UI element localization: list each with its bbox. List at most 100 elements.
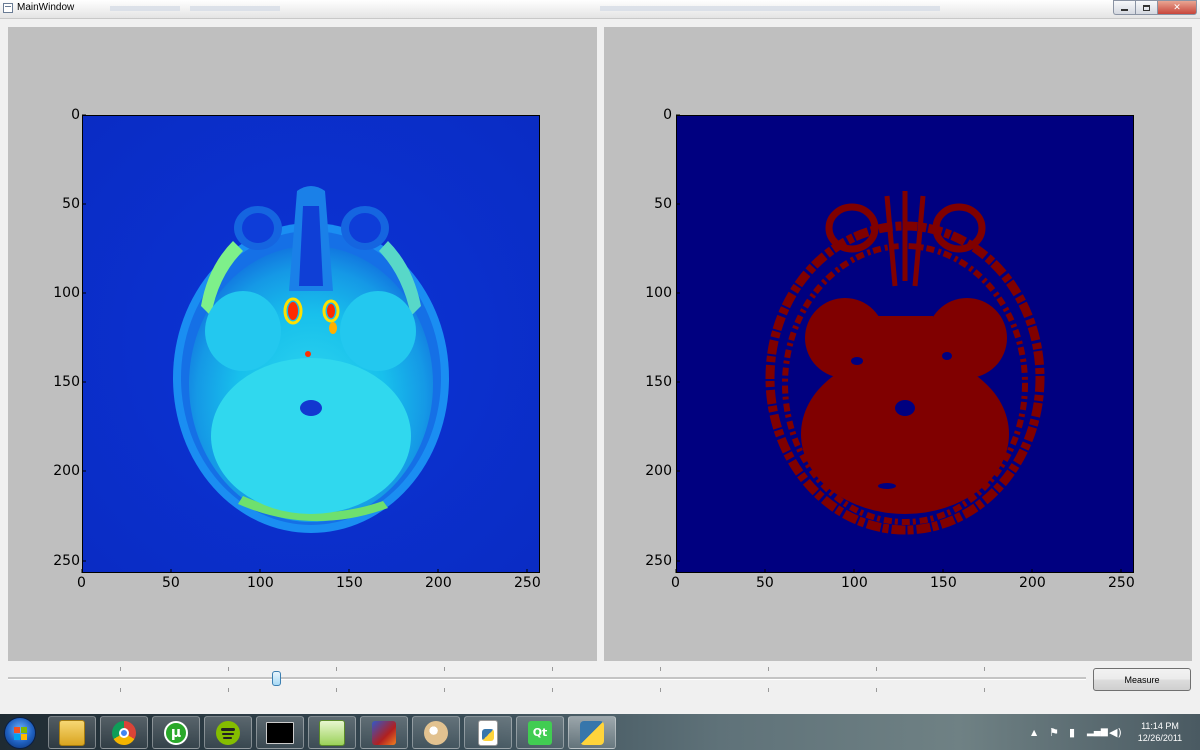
spotify-wave xyxy=(222,732,234,735)
slider-tick xyxy=(660,667,661,671)
x-tick-label: 100 xyxy=(247,575,274,591)
windows-logo-icon xyxy=(14,727,20,733)
x-tick-label: 100 xyxy=(841,575,868,591)
app-window-icon xyxy=(3,3,13,13)
threshold-image-panel: 0 50 100 150 200 250 0 50 100 150 200 25… xyxy=(604,27,1192,661)
taskbar-matlab[interactable] xyxy=(360,716,408,749)
taskbar-chrome[interactable] xyxy=(100,716,148,749)
slider-tick xyxy=(228,688,229,692)
matlab-icon xyxy=(372,720,396,745)
close-button[interactable]: ✕ xyxy=(1157,0,1197,15)
y-tick-label: 50 xyxy=(62,196,80,212)
y-tick-label: 0 xyxy=(663,107,672,123)
utorrent-icon: µ xyxy=(164,720,188,745)
x-tick-label: 50 xyxy=(162,575,180,591)
windows-logo-icon xyxy=(21,727,27,733)
minimize-button[interactable] xyxy=(1113,0,1135,15)
taskbar-qt[interactable]: Qt xyxy=(516,716,564,749)
explorer-icon xyxy=(59,719,85,746)
window-title: MainWindow xyxy=(17,2,75,13)
background-window-title xyxy=(190,6,280,11)
x-tick-label: 50 xyxy=(756,575,774,591)
taskbar-utorrent[interactable]: µ xyxy=(152,716,200,749)
slider-tick xyxy=(120,688,121,692)
slider-tick xyxy=(120,667,121,671)
network-signal-icon[interactable]: ▂▄▆ xyxy=(1087,727,1108,738)
y-tick-label: 250 xyxy=(645,553,672,569)
taskbar-notepad-plus[interactable] xyxy=(308,716,356,749)
y-tick-label: 150 xyxy=(645,374,672,390)
slider-tick xyxy=(768,667,769,671)
mri-threshold-image xyxy=(677,116,1133,572)
paint-icon xyxy=(424,720,448,745)
measure-button[interactable]: Measure xyxy=(1093,668,1191,691)
spotify-wave xyxy=(221,727,235,731)
windows-logo-icon xyxy=(21,734,27,740)
original-image-panel: 0 50 100 150 200 250 0 50 100 150 200 25… xyxy=(8,27,597,661)
close-icon: ✕ xyxy=(1173,2,1181,13)
chrome-center xyxy=(119,727,129,738)
taskbar-explorer[interactable] xyxy=(48,716,96,749)
show-hidden-icons-icon[interactable]: ▲ xyxy=(1031,727,1037,738)
slider-tick xyxy=(984,667,985,671)
slider-tick xyxy=(444,688,445,692)
slider-tick xyxy=(876,667,877,671)
spotify-icon xyxy=(216,720,240,745)
y-tick-label: 0 xyxy=(71,107,80,123)
system-clock[interactable]: 11:14 PM 12/26/2011 xyxy=(1125,720,1195,744)
notepad-plus-icon xyxy=(319,719,345,746)
power-icon[interactable]: ▮ xyxy=(1069,727,1075,738)
y-tick-label: 200 xyxy=(645,463,672,479)
slider-tick xyxy=(444,667,445,671)
slider-tick xyxy=(552,667,553,671)
slider-tick xyxy=(768,688,769,692)
slider-handle[interactable] xyxy=(272,671,281,686)
y-tick-label: 150 xyxy=(53,374,80,390)
mri-original-plot xyxy=(82,115,540,573)
action-center-flag-icon[interactable]: ⚑ xyxy=(1049,727,1059,738)
slider-tick xyxy=(660,688,661,692)
x-tick-label: 0 xyxy=(77,575,86,591)
mri-threshold-plot xyxy=(676,115,1134,573)
x-tick-label: 150 xyxy=(336,575,363,591)
maximize-button[interactable] xyxy=(1135,0,1157,15)
title-bar: MainWindow ✕ xyxy=(0,0,1200,19)
slider-tick xyxy=(336,667,337,671)
start-button[interactable] xyxy=(4,717,36,749)
taskbar-python-file[interactable] xyxy=(464,716,512,749)
windows-logo-icon xyxy=(14,734,20,740)
qt-icon: Qt xyxy=(528,720,552,745)
chrome-icon xyxy=(112,720,136,745)
background-window-title xyxy=(600,6,940,11)
taskbar-paint[interactable] xyxy=(412,716,460,749)
maximize-icon xyxy=(1143,4,1150,11)
y-tick-label: 250 xyxy=(53,553,80,569)
slider-tick xyxy=(552,688,553,692)
y-tick-label: 200 xyxy=(53,463,80,479)
x-tick-label: 200 xyxy=(425,575,452,591)
y-tick-label: 100 xyxy=(645,285,672,301)
slider-tick xyxy=(228,667,229,671)
window-controls: ✕ xyxy=(1113,0,1197,15)
mri-original-image xyxy=(83,116,539,572)
x-tick-label: 0 xyxy=(671,575,680,591)
slider-track[interactable] xyxy=(8,677,1086,680)
volume-icon[interactable]: ◀) xyxy=(1109,727,1122,738)
taskbar-cmd[interactable] xyxy=(256,716,304,749)
python-icon xyxy=(580,720,604,745)
taskbar-python[interactable] xyxy=(568,716,616,749)
x-tick-label: 250 xyxy=(1108,575,1135,591)
taskbar: µ Qt xyxy=(0,714,1200,750)
clock-date: 12/26/2011 xyxy=(1137,733,1183,743)
x-tick-label: 200 xyxy=(1019,575,1046,591)
slider-tick xyxy=(876,688,877,692)
python-logo xyxy=(482,728,494,741)
slider-tick xyxy=(336,688,337,692)
y-tick-label: 50 xyxy=(654,196,672,212)
clock-time: 11:14 PM xyxy=(1141,721,1179,731)
background-window-title xyxy=(110,6,180,11)
y-tick-label: 100 xyxy=(53,285,80,301)
taskbar-spotify[interactable] xyxy=(204,716,252,749)
x-tick-label: 250 xyxy=(514,575,541,591)
python-file-icon xyxy=(478,719,498,746)
